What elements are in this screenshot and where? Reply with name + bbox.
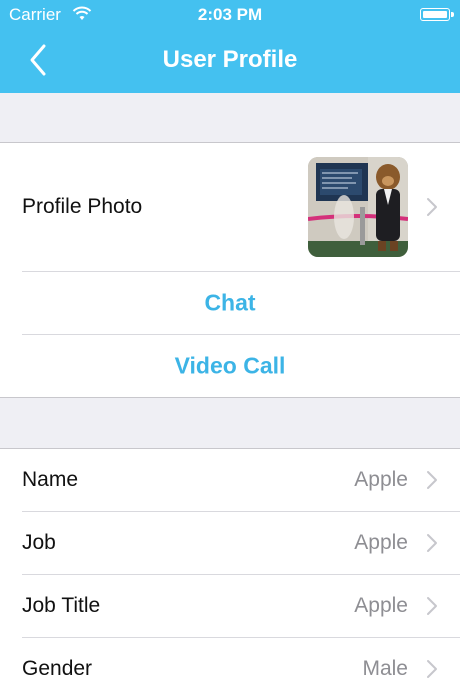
profile-photo-image	[308, 157, 408, 257]
name-row[interactable]: Name Apple	[22, 449, 460, 512]
status-bar: Carrier 2:03 PM	[0, 0, 460, 30]
gender-row[interactable]: Gender Male	[22, 638, 460, 700]
gender-label: Gender	[22, 657, 93, 680]
name-value: Apple	[354, 468, 408, 491]
chevron-right-icon	[427, 198, 437, 216]
clock: 2:03 PM	[197, 5, 263, 24]
job-title-value: Apple	[354, 594, 408, 617]
profile-section: Profile Photo Chat Video Call	[0, 142, 460, 398]
details-section: Name Apple Job Apple Job Title Apple Gen…	[0, 448, 460, 700]
chevron-right-icon	[427, 660, 437, 678]
job-label: Job	[22, 531, 56, 554]
video-call-row[interactable]: Video Call	[22, 335, 460, 397]
chevron-right-icon	[427, 597, 437, 615]
chat-row[interactable]: Chat	[22, 272, 460, 335]
job-title-row[interactable]: Job Title Apple	[22, 575, 460, 638]
battery-icon	[420, 8, 454, 21]
gender-value: Male	[362, 657, 408, 680]
chevron-right-icon	[427, 534, 437, 552]
profile-photo-row[interactable]: Profile Photo	[22, 143, 460, 272]
profile-photo-thumbnail[interactable]	[308, 157, 408, 257]
chevron-right-icon	[427, 471, 437, 489]
video-call-button[interactable]: Video Call	[0, 353, 460, 380]
job-row[interactable]: Job Apple	[22, 512, 460, 575]
navigation-bar: User Profile	[0, 30, 460, 93]
job-value: Apple	[354, 531, 408, 554]
profile-photo-label: Profile Photo	[22, 195, 143, 218]
page-title: User Profile	[162, 46, 298, 73]
chat-button[interactable]: Chat	[0, 290, 460, 317]
name-label: Name	[22, 468, 79, 491]
job-title-label: Job Title	[22, 594, 101, 617]
